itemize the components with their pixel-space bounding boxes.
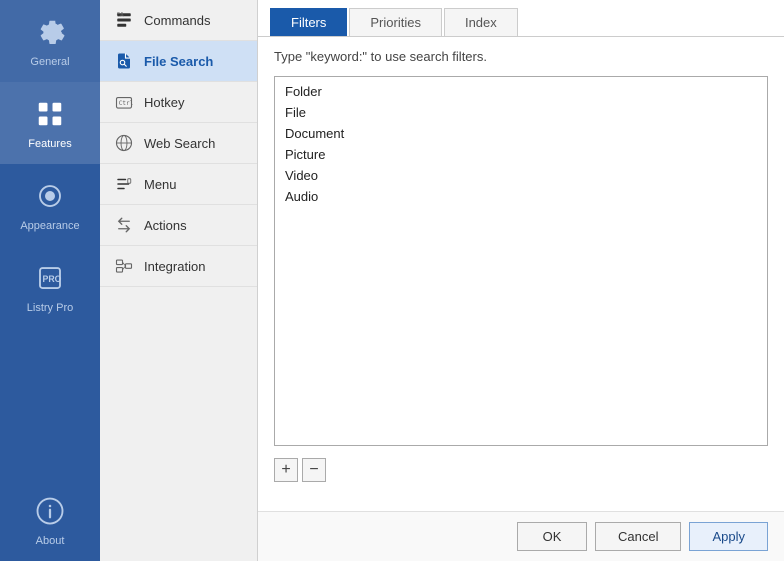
menu-icon — [114, 174, 134, 194]
pro-icon: PRO — [32, 260, 68, 296]
main-content: Filters Priorities Index Type "keyword:"… — [258, 0, 784, 561]
web-search-icon — [114, 133, 134, 153]
tab-filters[interactable]: Filters — [270, 8, 347, 36]
tab-priorities[interactable]: Priorities — [349, 8, 442, 36]
remove-filter-button[interactable]: − — [302, 458, 326, 482]
filter-list[interactable]: FolderFileDocumentPictureVideoAudio — [274, 76, 768, 446]
ok-button[interactable]: OK — [517, 522, 587, 551]
svg-text:PRO: PRO — [43, 274, 62, 284]
subnav-item-actions[interactable]: Actions — [100, 205, 257, 246]
tab-index[interactable]: Index — [444, 8, 518, 36]
subnav-item-commands-label: Commands — [144, 13, 210, 28]
sidebar-item-general[interactable]: General — [0, 0, 100, 82]
gear-icon — [32, 14, 68, 50]
svg-text:CA: CA — [117, 11, 125, 18]
apply-button[interactable]: Apply — [689, 522, 768, 551]
info-icon — [32, 493, 68, 529]
integration-icon — [114, 256, 134, 276]
filter-item[interactable]: File — [275, 102, 767, 123]
sidebar-item-listry-pro[interactable]: PRO Listry Pro — [0, 246, 100, 328]
subnav-item-integration-label: Integration — [144, 259, 205, 274]
hint-text: Type "keyword:" to use search filters. — [274, 49, 768, 64]
subnav-item-hotkey[interactable]: Ctrl Hotkey — [100, 82, 257, 123]
subnav-item-web-search-label: Web Search — [144, 136, 215, 151]
subnav-item-file-search[interactable]: File Search — [100, 41, 257, 82]
sidebar-item-appearance[interactable]: Appearance — [0, 164, 100, 246]
svg-text:Ctrl: Ctrl — [119, 100, 133, 107]
subnav-item-menu[interactable]: Menu — [100, 164, 257, 205]
sidebar-item-listry-pro-label: Listry Pro — [27, 302, 73, 314]
file-search-icon — [114, 51, 134, 71]
sidebar-item-features[interactable]: Features — [0, 82, 100, 164]
subnav-item-file-search-label: File Search — [144, 54, 213, 69]
footer: OK Cancel Apply — [258, 511, 784, 561]
sidebar-icon-nav: General Features Appearance PRO — [0, 0, 100, 561]
subnav-item-menu-label: Menu — [144, 177, 177, 192]
subnav-panel: CA Commands File Search Ctrl Hotkey — [100, 0, 258, 561]
sidebar-item-appearance-label: Appearance — [20, 220, 79, 232]
sidebar-item-about-label: About — [36, 535, 65, 547]
commands-icon: CA — [114, 10, 134, 30]
filter-item[interactable]: Folder — [275, 81, 767, 102]
subnav-item-integration[interactable]: Integration — [100, 246, 257, 287]
hotkey-icon: Ctrl — [114, 92, 134, 112]
filter-item[interactable]: Picture — [275, 144, 767, 165]
subnav-item-hotkey-label: Hotkey — [144, 95, 184, 110]
filter-item[interactable]: Document — [275, 123, 767, 144]
subnav-item-actions-label: Actions — [144, 218, 187, 233]
tab-bar: Filters Priorities Index — [258, 0, 784, 37]
subnav-item-commands[interactable]: CA Commands — [100, 0, 257, 41]
subnav-item-web-search[interactable]: Web Search — [100, 123, 257, 164]
filter-item[interactable]: Video — [275, 165, 767, 186]
filter-controls: + − — [274, 458, 768, 482]
sidebar-item-features-label: Features — [28, 138, 71, 150]
cancel-button[interactable]: Cancel — [595, 522, 681, 551]
actions-icon — [114, 215, 134, 235]
features-icon — [32, 96, 68, 132]
filter-item[interactable]: Audio — [275, 186, 767, 207]
add-filter-button[interactable]: + — [274, 458, 298, 482]
content-area: Type "keyword:" to use search filters. F… — [258, 37, 784, 511]
sidebar-item-about[interactable]: About — [0, 479, 100, 561]
appearance-icon — [32, 178, 68, 214]
sidebar-item-general-label: General — [30, 56, 69, 68]
